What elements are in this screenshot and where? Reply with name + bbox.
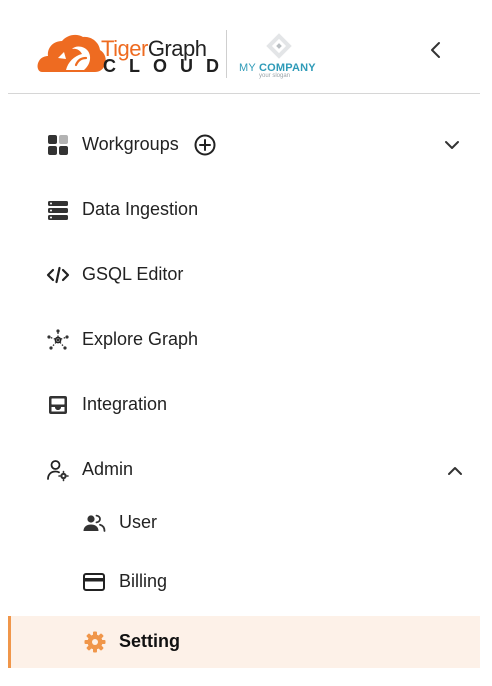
database-stack-icon (48, 201, 68, 220)
nav-item-workgroups[interactable]: Workgroups (8, 123, 480, 167)
nav-label-data-ingestion: Data Ingestion (82, 199, 199, 219)
nav-subitem-user[interactable]: User (8, 501, 480, 545)
nav-item-explore-graph[interactable]: Explore Graph (8, 318, 480, 362)
tigergraph-logo (37, 34, 106, 72)
nav-item-admin[interactable]: Admin (8, 448, 480, 492)
workgroups-grid-icon (48, 135, 68, 155)
chevron-down-icon[interactable] (440, 133, 464, 157)
integration-inbox-icon (49, 396, 67, 414)
brand-cloud: CLOUD (103, 56, 232, 76)
logo-separator (226, 30, 227, 78)
nav-label-user: User (119, 512, 158, 532)
admin-user-gear-icon (47, 460, 69, 482)
header-divider (8, 93, 480, 94)
nav-label-admin: Admin (82, 459, 134, 479)
nav-label-gsql-editor: GSQL Editor (82, 264, 184, 284)
nav-item-gsql-editor[interactable]: GSQL Editor (8, 253, 480, 297)
nav-label-billing: Billing (119, 571, 168, 591)
chevron-up-icon[interactable] (443, 459, 467, 483)
company-slogan: your slogan (259, 73, 291, 79)
code-brackets-icon (46, 266, 70, 284)
collapse-sidebar-chevron-left-icon[interactable] (424, 38, 448, 62)
gear-icon (84, 631, 106, 653)
add-workgroup-plus-icon[interactable] (193, 133, 217, 157)
graph-network-icon (47, 329, 69, 350)
nav-label-explore-graph: Explore Graph (82, 329, 199, 349)
nav-item-integration[interactable]: Integration (8, 383, 480, 427)
nav-item-data-ingestion[interactable]: Data Ingestion (8, 188, 480, 232)
nav-label-setting: Setting (119, 631, 180, 651)
nav-subitem-setting[interactable]: Setting (8, 616, 480, 668)
nav-label-workgroups: Workgroups (82, 134, 179, 154)
nav-label-integration: Integration (82, 394, 168, 414)
credit-card-icon (83, 573, 105, 591)
company-diamond-logo (266, 33, 292, 59)
nav-subitem-billing[interactable]: Billing (8, 560, 480, 604)
users-icon (83, 514, 106, 532)
sidebar-header: TigerGraph CLOUD MY COMPANY your slogan (0, 0, 492, 94)
company-name-my: MY (239, 62, 259, 74)
